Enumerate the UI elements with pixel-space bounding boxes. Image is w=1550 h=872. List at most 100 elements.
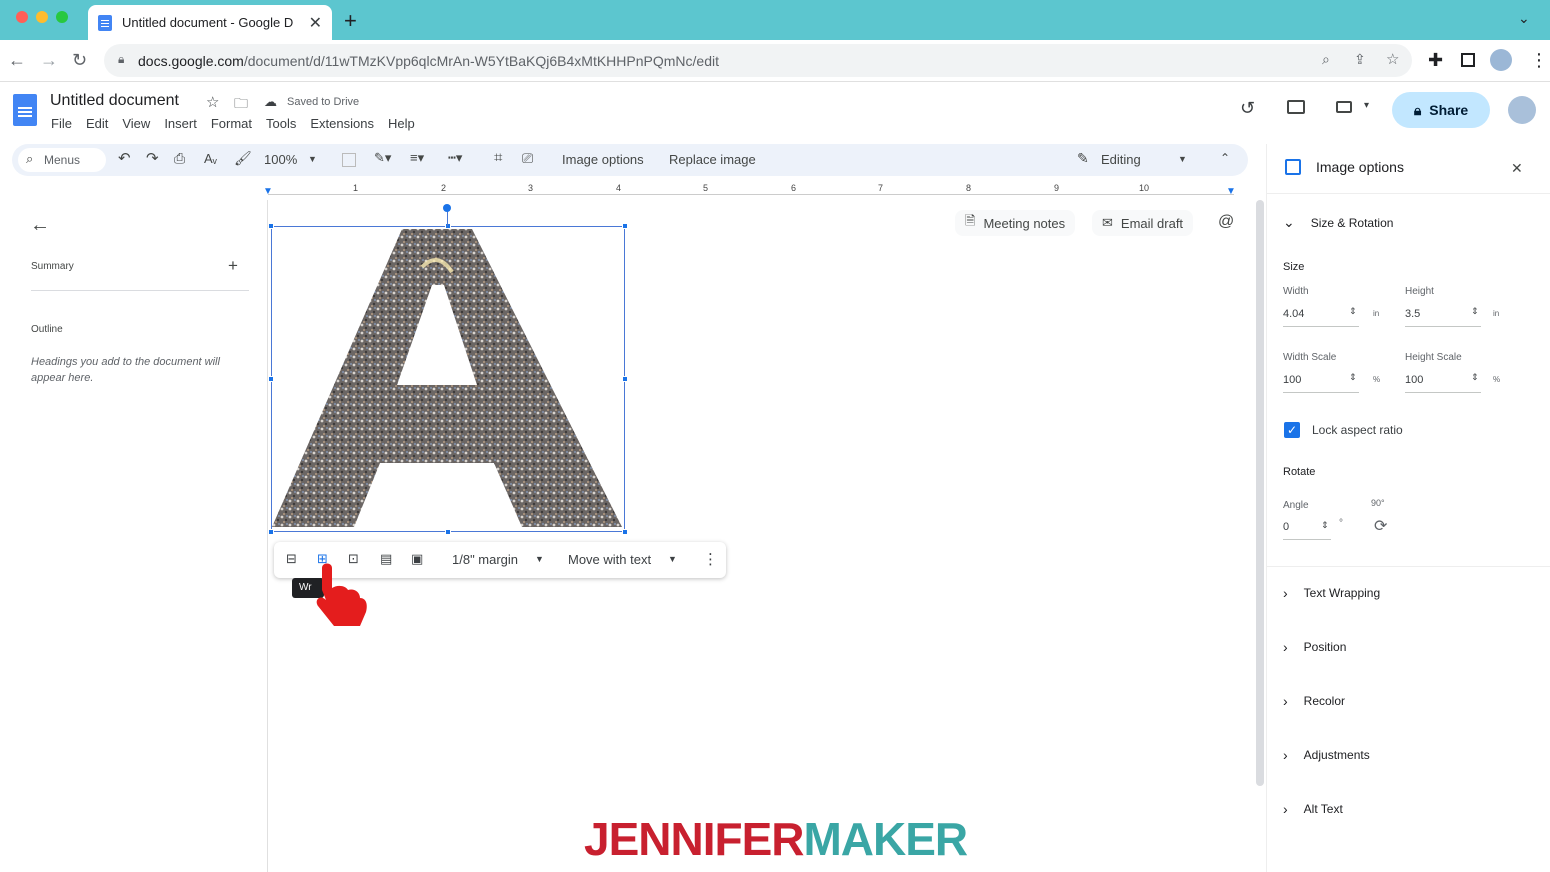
- recolor-section[interactable]: › Recolor: [1283, 693, 1345, 709]
- tab-search-chevron-icon[interactable]: ⌄: [1518, 10, 1530, 27]
- comments-icon[interactable]: [1287, 100, 1305, 114]
- forward-icon[interactable]: →: [40, 50, 58, 71]
- reset-image-icon[interactable]: ⎚: [522, 150, 533, 167]
- insert-comment-icon[interactable]: [342, 153, 356, 167]
- editing-mode-select[interactable]: Editing: [1101, 152, 1141, 167]
- menu-tools[interactable]: Tools: [266, 116, 296, 131]
- meet-dropdown-icon[interactable]: ▾: [1364, 100, 1369, 111]
- browser-tab[interactable]: Untitled document - Google D ✕: [88, 5, 332, 40]
- at-mention-icon[interactable]: @: [1218, 213, 1234, 231]
- menu-help[interactable]: Help: [388, 116, 415, 131]
- resize-handle[interactable]: [622, 376, 628, 382]
- angle-stepper-icon[interactable]: ⇕: [1321, 520, 1329, 531]
- adjustments-section[interactable]: › Adjustments: [1283, 747, 1370, 763]
- document-title[interactable]: Untitled document: [50, 92, 179, 110]
- width-scale-stepper-icon[interactable]: ⇕: [1349, 372, 1357, 383]
- browser-menu-icon[interactable]: ⋮: [1530, 50, 1548, 71]
- behind-text-icon[interactable]: ▤: [380, 551, 392, 567]
- inline-wrap-icon[interactable]: ⊟: [286, 551, 297, 567]
- paint-format-icon[interactable]: 🖌︎: [234, 150, 252, 167]
- address-bar[interactable]: 🔒︎ docs.google.com/document/d/11wTMzKVpp…: [104, 44, 1412, 77]
- add-summary-icon[interactable]: +: [228, 256, 238, 276]
- rotate-90-icon[interactable]: ⟳: [1374, 516, 1387, 536]
- height-stepper-icon[interactable]: ⇕: [1471, 306, 1479, 317]
- star-icon[interactable]: ☆: [206, 93, 219, 111]
- vertical-scrollbar[interactable]: [1256, 200, 1264, 786]
- close-window-button[interactable]: [16, 11, 28, 23]
- border-color-icon[interactable]: ✎▾: [374, 150, 391, 166]
- indent-marker-icon[interactable]: ▼: [263, 186, 273, 197]
- email-draft-chip[interactable]: ✉︎ Email draft: [1092, 210, 1194, 236]
- hide-menus-chevron-icon[interactable]: ⌃: [1220, 151, 1230, 165]
- resize-handle[interactable]: [445, 223, 451, 229]
- size-rotation-header[interactable]: ⌄ Size & Rotation: [1283, 214, 1393, 231]
- menu-insert[interactable]: Insert: [164, 116, 197, 131]
- right-indent-marker-icon[interactable]: ▼: [1226, 186, 1236, 197]
- position-select[interactable]: Move with text: [568, 552, 651, 567]
- profile-avatar[interactable]: [1490, 49, 1512, 71]
- share-button[interactable]: 🔒︎ Share: [1392, 92, 1490, 128]
- mode-dropdown-icon[interactable]: ▼: [1178, 154, 1187, 164]
- height-scale-input[interactable]: 100: [1405, 369, 1481, 393]
- position-dropdown-icon[interactable]: ▼: [668, 554, 677, 564]
- side-panel-icon[interactable]: [1461, 53, 1475, 67]
- menu-extensions[interactable]: Extensions: [310, 116, 374, 131]
- meet-camera-icon[interactable]: [1336, 101, 1352, 113]
- resize-handle[interactable]: [445, 529, 451, 535]
- minimize-window-button[interactable]: [36, 11, 48, 23]
- resize-handle[interactable]: [268, 529, 274, 535]
- height-input[interactable]: 3.5: [1405, 303, 1481, 327]
- in-front-of-text-icon[interactable]: ▣: [411, 551, 423, 567]
- border-dash-icon[interactable]: ┅▾: [448, 150, 462, 166]
- width-stepper-icon[interactable]: ⇕: [1349, 306, 1357, 317]
- undo-icon[interactable]: ↶: [118, 149, 131, 167]
- horizontal-ruler[interactable]: ▼ 1 2 3 4 5 6 7 8 9 10 ▼: [263, 182, 1248, 200]
- rotate-handle[interactable]: [443, 204, 451, 212]
- margin-select[interactable]: 1/8" margin: [452, 552, 518, 567]
- spellcheck-icon[interactable]: Aᵥ: [204, 151, 217, 166]
- watermark-jennifer: JENNIFER: [584, 813, 804, 865]
- back-icon[interactable]: ←: [8, 50, 26, 71]
- resize-handle[interactable]: [622, 529, 628, 535]
- menus-search[interactable]: ⌕ Menus: [18, 148, 106, 172]
- zoom-select[interactable]: 100%: [264, 152, 297, 167]
- resize-handle[interactable]: [268, 223, 274, 229]
- bookmark-star-icon[interactable]: ☆: [1386, 50, 1399, 68]
- menu-view[interactable]: View: [122, 116, 150, 131]
- new-tab-icon[interactable]: +: [344, 8, 357, 34]
- back-arrow-icon[interactable]: ←: [30, 214, 50, 237]
- position-section[interactable]: › Position: [1283, 639, 1346, 655]
- replace-image-button[interactable]: Replace image: [669, 152, 756, 167]
- menu-file[interactable]: File: [51, 116, 72, 131]
- move-folder-icon[interactable]: 🗀︎: [234, 93, 248, 117]
- close-tab-icon[interactable]: ✕: [309, 13, 322, 33]
- image-options-button[interactable]: Image options: [562, 152, 644, 167]
- account-avatar[interactable]: [1508, 96, 1536, 124]
- height-scale-stepper-icon[interactable]: ⇕: [1471, 372, 1479, 383]
- width-input[interactable]: 4.04: [1283, 303, 1359, 327]
- extensions-puzzle-icon[interactable]: ✚: [1428, 50, 1443, 71]
- print-icon[interactable]: ⎙: [174, 150, 185, 167]
- margin-dropdown-icon[interactable]: ▼: [535, 554, 544, 564]
- lock-aspect-checkbox[interactable]: ✓: [1284, 422, 1300, 438]
- share-page-icon[interactable]: ⇪: [1354, 51, 1366, 68]
- width-scale-input[interactable]: 100: [1283, 369, 1359, 393]
- resize-handle[interactable]: [622, 223, 628, 229]
- menu-edit[interactable]: Edit: [86, 116, 108, 131]
- docs-logo-icon[interactable]: [13, 94, 37, 126]
- version-history-icon[interactable]: ↺: [1240, 98, 1255, 119]
- zoom-dropdown-icon[interactable]: ▼: [308, 154, 317, 164]
- meeting-notes-chip[interactable]: 🗎︎ Meeting notes: [955, 210, 1076, 236]
- more-options-icon[interactable]: ⋮: [703, 550, 718, 568]
- border-weight-icon[interactable]: ≡▾: [410, 150, 424, 166]
- crop-icon[interactable]: ⌗: [494, 149, 502, 166]
- resize-handle[interactable]: [268, 376, 274, 382]
- redo-icon[interactable]: ↷: [146, 149, 159, 167]
- close-panel-icon[interactable]: ✕: [1511, 160, 1523, 177]
- alt-text-section[interactable]: › Alt Text: [1283, 801, 1343, 817]
- menu-format[interactable]: Format: [211, 116, 252, 131]
- maximize-window-button[interactable]: [56, 11, 68, 23]
- text-wrapping-section[interactable]: › Text Wrapping: [1283, 585, 1380, 601]
- zoom-icon[interactable]: ⌕: [1322, 51, 1330, 68]
- reload-icon[interactable]: ↻: [72, 50, 87, 71]
